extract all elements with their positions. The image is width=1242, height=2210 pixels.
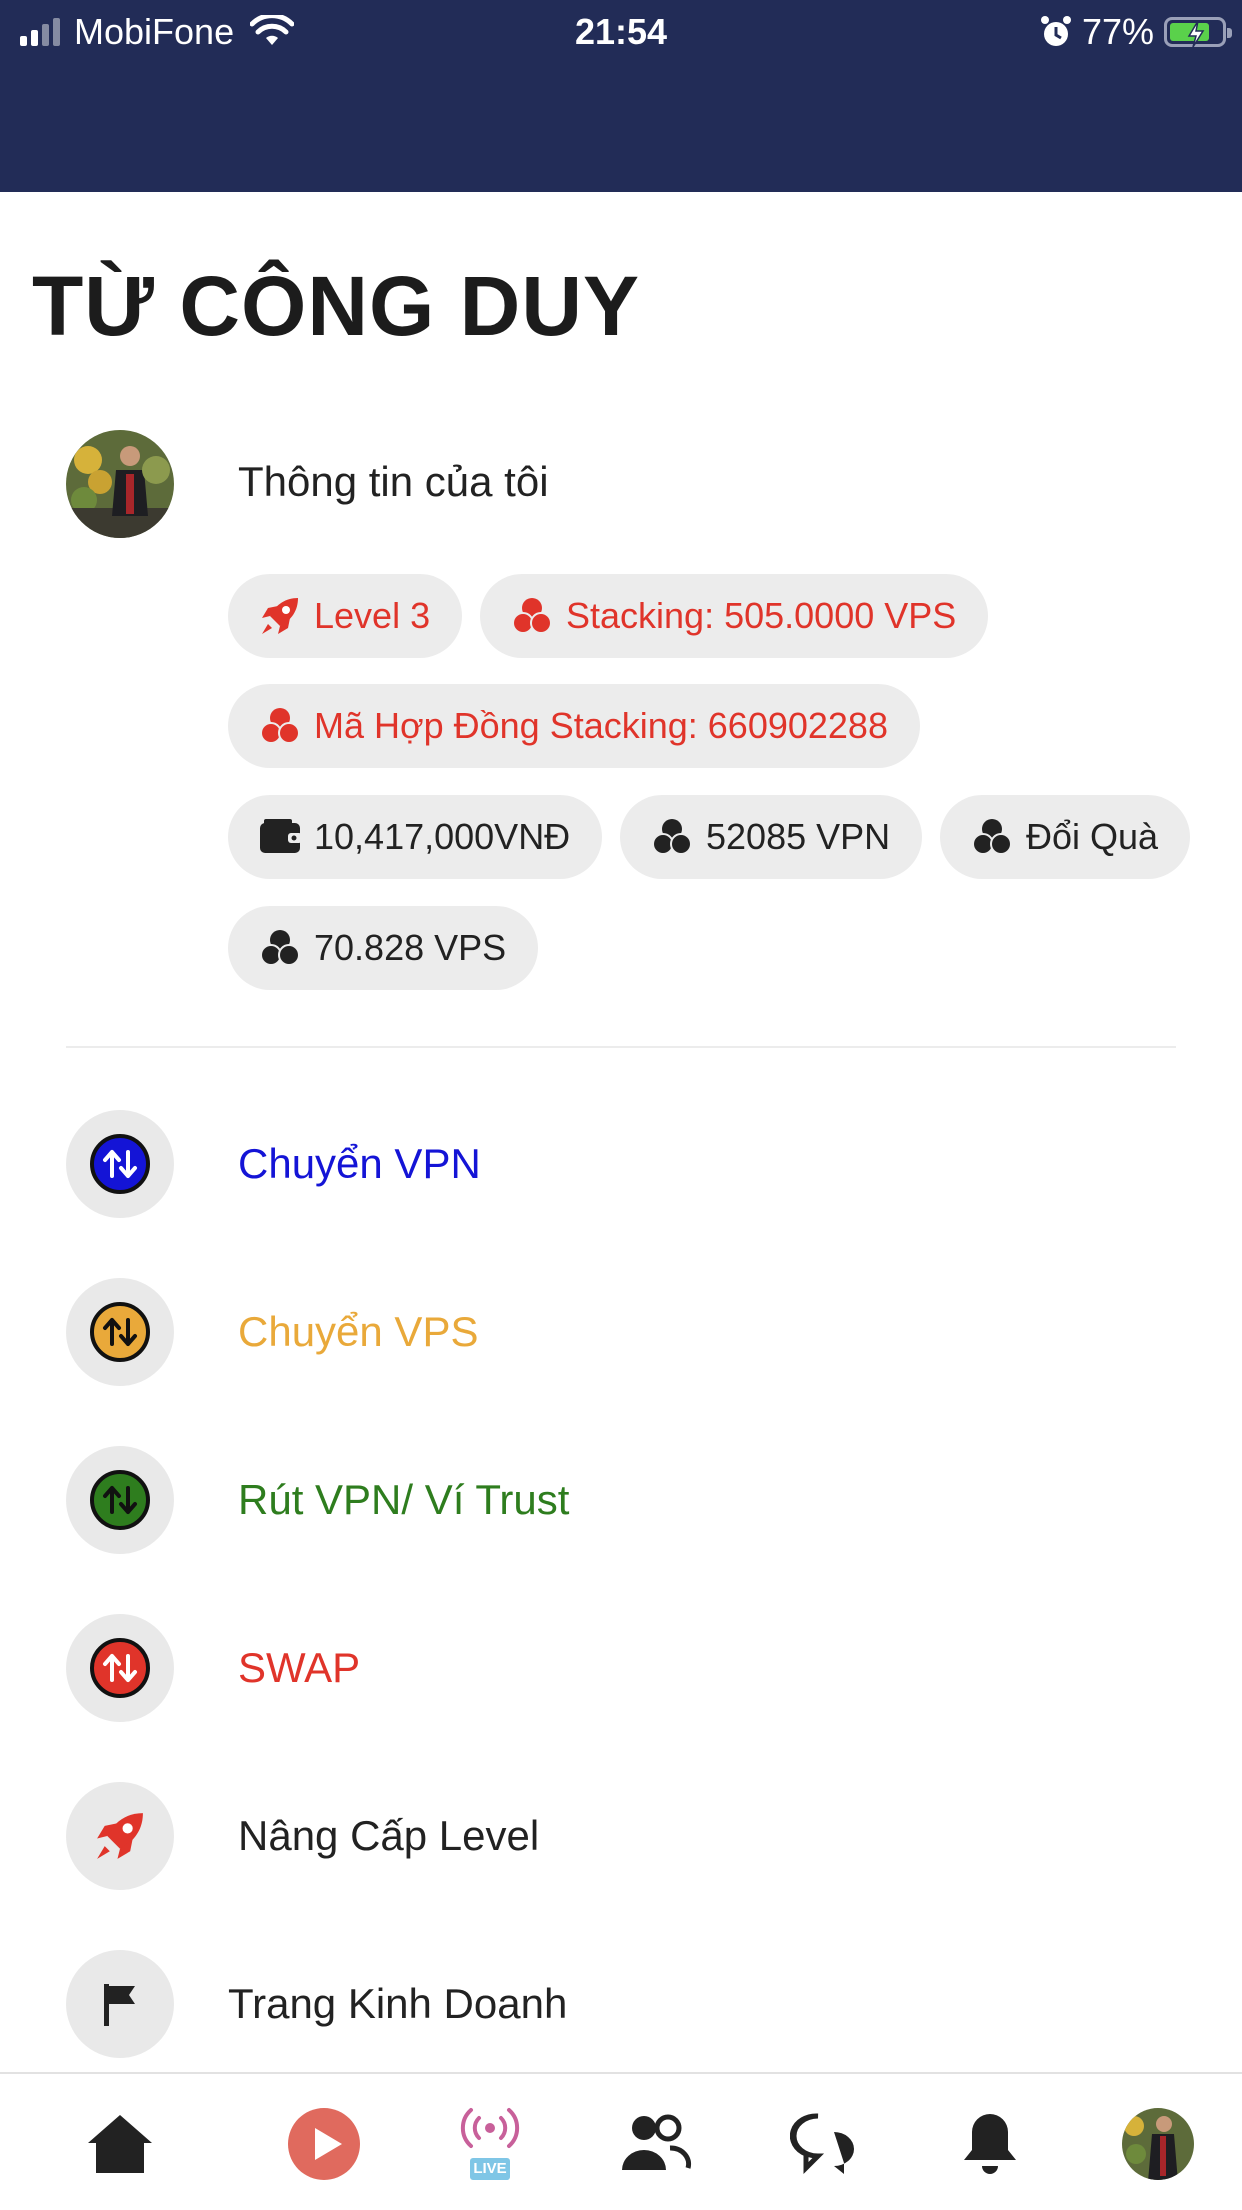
flag-icon xyxy=(66,1950,174,2058)
wallet-text: 10,417,000VNĐ xyxy=(314,816,571,857)
coins-icon xyxy=(510,594,554,638)
menu-label: Rút VPN/ Ví Trust xyxy=(238,1476,570,1523)
home-icon xyxy=(88,2115,152,2173)
home-tab[interactable] xyxy=(80,2104,160,2184)
wallet-badge[interactable]: 10,417,000VNĐ xyxy=(228,795,603,879)
transfer-icon xyxy=(66,1278,174,1386)
avatar[interactable] xyxy=(66,430,174,538)
friends-icon xyxy=(622,2114,692,2170)
coins-icon xyxy=(650,815,694,859)
app-header: MobiFone 21:54 77% xyxy=(0,0,1242,192)
notifications-tab[interactable] xyxy=(950,2104,1030,2184)
wallet-icon xyxy=(258,815,302,859)
live-tab[interactable]: LIVE xyxy=(450,2104,530,2184)
bell-icon xyxy=(964,2114,1016,2174)
vpn-badge[interactable]: 52085 VPN xyxy=(620,795,923,879)
video-tab[interactable] xyxy=(284,2104,364,2184)
avatar xyxy=(1122,2108,1194,2180)
transfer-icon xyxy=(66,1614,174,1722)
my-info-link[interactable]: Thông tin của tôi xyxy=(238,458,549,506)
section-divider xyxy=(66,1046,1176,1048)
stacking-text: Stacking: 505.0000 VPS xyxy=(566,595,957,636)
battery-percent: 77% xyxy=(1081,11,1154,52)
coins-icon xyxy=(258,926,302,970)
menu-item-nang-cap-level[interactable]: Nâng Cấp Level xyxy=(0,1782,1242,1902)
menu-item-chuyen-vpn[interactable]: Chuyển VPN xyxy=(0,1110,1242,1230)
battery-icon xyxy=(1164,17,1232,48)
menu-label: Chuyển VPN xyxy=(238,1140,481,1187)
gift-badge[interactable]: Đổi Quà xyxy=(940,795,1191,879)
menu-item-trang-kinh-doanh[interactable]: Trang Kinh Doanh xyxy=(0,1950,1242,2070)
gift-text: Đổi Quà xyxy=(1026,816,1159,857)
level-text: Level 3 xyxy=(314,595,431,636)
friends-tab[interactable] xyxy=(616,2104,696,2184)
transfer-icon xyxy=(66,1110,174,1218)
alarm-icon xyxy=(1040,16,1071,46)
vpn-text: 52085 VPN xyxy=(706,816,891,857)
chat-icon xyxy=(790,2113,855,2175)
vps-badge[interactable]: 70.828 VPS xyxy=(228,906,539,990)
messages-tab[interactable] xyxy=(786,2104,866,2184)
menu-label: Nâng Cấp Level xyxy=(238,1812,540,1859)
contract-text: Mã Hợp Đồng Stacking: 660902288 xyxy=(314,705,888,746)
rocket-icon xyxy=(258,594,302,638)
menu-label: Trang Kinh Doanh xyxy=(228,1980,568,2027)
transfer-icon xyxy=(66,1446,174,1554)
live-label: LIVE xyxy=(473,2160,507,2177)
profile-tab[interactable] xyxy=(1118,2104,1198,2184)
level-badge[interactable]: Level 3 xyxy=(228,574,463,658)
play-icon xyxy=(288,2108,360,2180)
coins-icon xyxy=(970,815,1014,859)
vps-text: 70.828 VPS xyxy=(314,927,507,968)
rocket-icon xyxy=(66,1782,174,1890)
profile-name: TỪ CÔNG DUY xyxy=(32,259,641,353)
coins-icon xyxy=(258,704,302,748)
status-right: 77% xyxy=(1040,10,1232,54)
bottom-nav: LIVE xyxy=(0,2072,1242,2210)
stacking-badge[interactable]: Stacking: 505.0000 VPS xyxy=(480,574,989,658)
menu-item-rut-vpn[interactable]: Rút VPN/ Ví Trust xyxy=(0,1446,1242,1566)
contract-badge[interactable]: Mã Hợp Đồng Stacking: 660902288 xyxy=(228,684,920,768)
menu-item-swap[interactable]: SWAP xyxy=(0,1614,1242,1734)
menu-label: SWAP xyxy=(238,1644,361,1691)
menu-item-chuyen-vps[interactable]: Chuyển VPS xyxy=(0,1278,1242,1398)
menu-label: Chuyển VPS xyxy=(238,1308,479,1355)
